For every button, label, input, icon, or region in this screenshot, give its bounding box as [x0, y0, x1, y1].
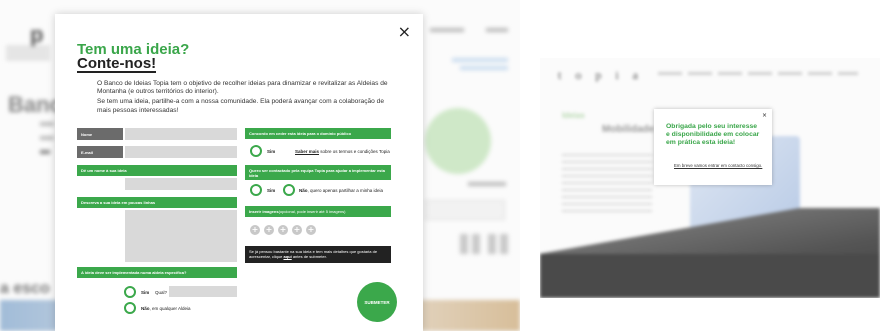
modal-intro: O Banco de Ideias Topia tem o objetivo d… — [97, 80, 397, 115]
contact-no-radio[interactable] — [283, 184, 295, 196]
background-link — [460, 66, 508, 70]
idea-name-label: Dê um nome à sua ideia — [77, 165, 237, 176]
terms-link[interactable]: Saber mais — [295, 149, 319, 154]
right-text-block — [562, 154, 652, 214]
add-image-icon[interactable]: + — [292, 225, 302, 235]
consent-yes-label: Sim — [267, 149, 276, 154]
background-search-label — [468, 182, 506, 186]
details-link[interactable]: aqui — [283, 254, 291, 259]
background-link — [452, 58, 508, 62]
thanks-popup: × Obrigada pelo seu interesse e disponib… — [654, 109, 772, 185]
thanks-text: Em breve vamos entrar em contacto consig… — [674, 163, 763, 168]
right-footer — [540, 254, 880, 298]
contact-label: Quero ser contactado pela equipa Topia p… — [245, 165, 391, 180]
background-title: Banc — [8, 92, 62, 117]
background-text — [40, 150, 50, 154]
consent-terms-text: Saber mais sobre os termos e condições T… — [295, 149, 390, 154]
idea-name-input[interactable] — [125, 178, 237, 190]
background-logo-tagline — [6, 46, 50, 60]
consent-label: Concordo em ceder esta ideia para o domí… — [245, 128, 391, 139]
idea-description-textarea[interactable] — [125, 210, 237, 262]
right-logo: topia — [558, 68, 652, 82]
implementation-no-label: Não, em qualquer Aldeia — [141, 306, 191, 311]
right-nav-menu — [658, 72, 858, 75]
add-image-icon[interactable]: + — [306, 225, 316, 235]
intro-paragraph: O Banco de Ideias Topia tem o objetivo d… — [97, 80, 388, 96]
background-nav-item — [430, 28, 464, 32]
background-text — [40, 136, 54, 140]
email-input[interactable] — [125, 146, 237, 158]
email-label: E-mail — [77, 146, 123, 158]
background-search — [425, 200, 505, 220]
idea-modal: × Tem uma ideia? Conte-nos! O Banco de I… — [55, 14, 423, 331]
name-input[interactable] — [125, 128, 237, 140]
contact-yes-label: Sim — [267, 188, 276, 193]
right-section-label: Ideias — [562, 111, 585, 120]
background-grid-icon — [488, 234, 508, 254]
modal-subtitle: Conte-nos! — [77, 55, 157, 73]
add-image-icon[interactable]: + — [264, 225, 274, 235]
background-bottom-heading: a esco — [0, 280, 50, 297]
background-list-icon — [460, 234, 480, 254]
details-note: Se já pensou bastante na sua ideia e tem… — [245, 246, 391, 263]
add-image-icon[interactable]: + — [278, 225, 288, 235]
background-text — [40, 122, 54, 126]
close-icon[interactable]: × — [762, 112, 767, 119]
implementation-label: A ideia deve ser implementada numa aldei… — [77, 267, 237, 278]
add-image-icon[interactable]: + — [250, 225, 260, 235]
contact-yes-radio[interactable] — [250, 184, 262, 196]
contact-no-label: Não, quero apenas partilhar a minha idei… — [299, 188, 384, 193]
consent-yes-radio[interactable] — [250, 145, 262, 157]
which-label: Qual? — [155, 290, 168, 295]
background-nav-item — [486, 28, 508, 32]
intro-paragraph: Se tem uma ideia, partilhe-a com a nossa… — [97, 98, 384, 114]
background-logo: p — [30, 22, 44, 47]
name-label: Nome — [77, 128, 123, 140]
close-icon[interactable]: × — [398, 24, 411, 40]
submit-button[interactable]: SUBMETER — [357, 282, 397, 322]
images-label: Inserir imagens (opcional, pode inserir … — [245, 206, 391, 217]
background-circle — [425, 108, 491, 174]
implementation-no-radio[interactable] — [124, 302, 136, 314]
idea-description-label: Descreva a sua ideia em poucas linhas — [77, 197, 237, 208]
thanks-title: Obrigada pelo seu interesse e disponibil… — [666, 123, 760, 146]
implementation-yes-label: Sim — [141, 290, 150, 295]
village-input[interactable] — [169, 286, 237, 297]
implementation-yes-radio[interactable] — [124, 286, 136, 298]
